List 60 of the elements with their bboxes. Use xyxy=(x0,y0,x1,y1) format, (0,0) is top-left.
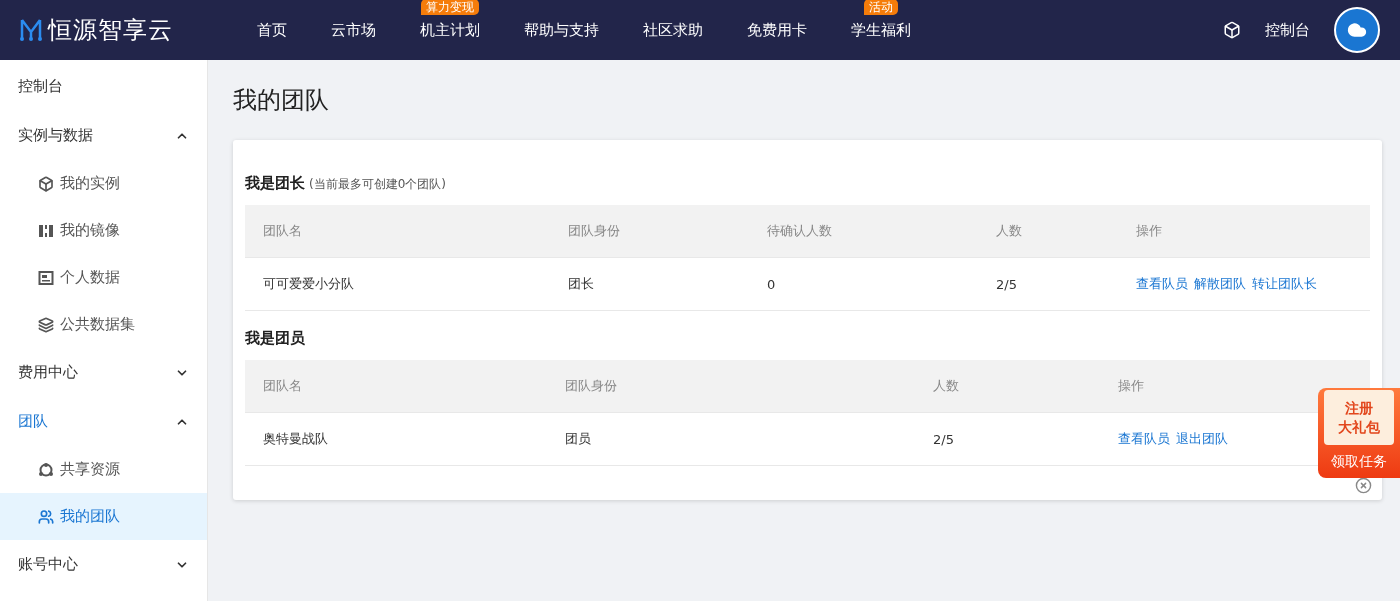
promo-button[interactable]: 领取任务 xyxy=(1331,453,1387,471)
action-link[interactable]: 转让团队长 xyxy=(1252,275,1317,293)
section-note: (当前最多可创建0个团队) xyxy=(309,177,446,191)
sidebar-item[interactable]: 我的实例 xyxy=(0,160,207,207)
cube-icon[interactable] xyxy=(1223,21,1241,39)
promo-title: 大礼包 xyxy=(1338,417,1380,436)
action-link[interactable]: 查看队员 xyxy=(1136,275,1188,293)
nav-link[interactable]: 帮助与支持 xyxy=(524,21,599,39)
sidebar-group[interactable]: 费用中心 xyxy=(0,348,207,397)
logo-text: 恒源智享云 xyxy=(48,15,173,46)
column-header: 团队身份 xyxy=(568,222,621,240)
columns-icon xyxy=(38,222,54,239)
table-cell-text: 2/5 xyxy=(933,431,955,447)
action-link[interactable]: 解散团队 xyxy=(1194,275,1246,293)
card-icon xyxy=(38,269,54,286)
table-cell-text: 奥特曼战队 xyxy=(263,430,329,448)
column-header: 团队名 xyxy=(263,222,303,240)
column-header: 人数 xyxy=(996,222,1023,240)
table-cell-text: 2/5 xyxy=(996,276,1018,292)
column-header: 待确认人数 xyxy=(767,222,833,240)
promo-title: 注册 xyxy=(1345,399,1373,418)
logo-icon xyxy=(20,18,42,42)
share-icon xyxy=(38,461,54,478)
console-link[interactable]: 控制台 xyxy=(1265,20,1310,40)
nav-link[interactable]: 云市场 xyxy=(331,21,376,39)
page-title: 我的团队 xyxy=(233,85,330,116)
column-header: 团队名 xyxy=(263,377,303,395)
sidebar-item[interactable]: 我的团队 xyxy=(0,493,207,540)
column-header: 人数 xyxy=(933,377,960,395)
layers-icon xyxy=(38,316,54,333)
nav-badge: 活动 xyxy=(864,0,898,15)
sidebar-group[interactable]: 控制台 xyxy=(0,62,207,111)
table-cell-text: 可可爱爱小分队 xyxy=(263,275,355,293)
nav-badge: 算力变现 xyxy=(421,0,479,15)
sidebar-item[interactable]: 我的镜像 xyxy=(0,207,207,254)
sidebar-item[interactable]: 共享资源 xyxy=(0,446,207,493)
column-header: 操作 xyxy=(1136,222,1163,240)
action-link[interactable]: 查看队员 xyxy=(1118,430,1170,448)
section-title: 我是团员 xyxy=(245,329,306,348)
nav-link[interactable]: 免费用卡 xyxy=(747,21,807,39)
table-cell-text: 团员 xyxy=(565,430,592,448)
column-header: 操作 xyxy=(1118,377,1145,395)
sidebar-group[interactable]: 实例与数据 xyxy=(0,111,207,160)
column-header: 团队身份 xyxy=(565,377,618,395)
close-icon[interactable] xyxy=(1355,477,1372,494)
table-cell-text: 0 xyxy=(767,276,777,292)
nav-link[interactable]: 社区求助 xyxy=(643,21,703,39)
nav-link[interactable]: 学生福利 xyxy=(851,21,911,39)
sidebar-group[interactable]: 团队 xyxy=(0,397,207,446)
sidebar-item[interactable]: 个人数据 xyxy=(0,254,207,301)
cube-icon xyxy=(38,175,54,192)
users-icon xyxy=(38,508,54,525)
sidebar-group[interactable]: 账号中心 xyxy=(0,540,207,589)
sidebar-item[interactable]: 公共数据集 xyxy=(0,301,207,348)
avatar[interactable] xyxy=(1334,7,1380,53)
table-cell-text: 团长 xyxy=(568,275,595,293)
section-title: 我是团长 (当前最多可创建0个团队) xyxy=(245,174,447,193)
nav-link[interactable]: 首页 xyxy=(257,21,287,39)
nav-link[interactable]: 机主计划 xyxy=(420,21,480,39)
action-link[interactable]: 退出团队 xyxy=(1176,430,1228,448)
